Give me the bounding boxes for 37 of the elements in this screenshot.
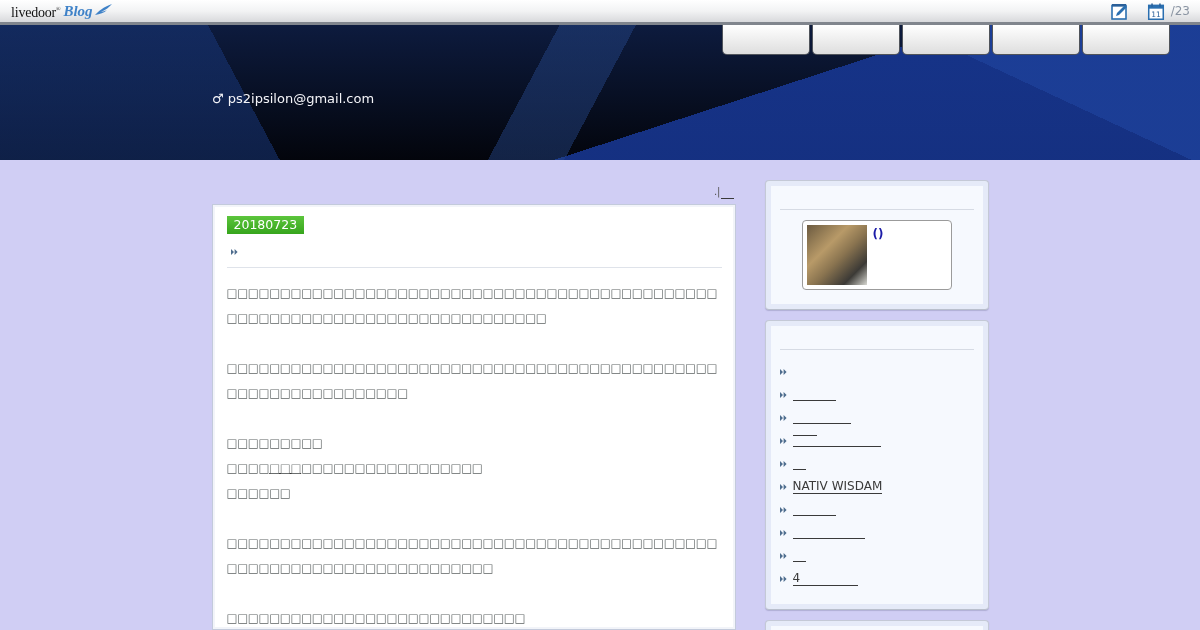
- paragraph-text: □□□□□□□□□: [226, 435, 324, 452]
- edit-icon[interactable]: [1110, 2, 1129, 20]
- author-email: ♂ ps2ipsilon@gmail.com: [212, 91, 375, 107]
- bullet-icon: [779, 506, 787, 513]
- nav-tab[interactable]: [722, 25, 810, 55]
- date-text: /23: [1170, 4, 1190, 18]
- logo-product[interactable]: Blog: [63, 3, 93, 19]
- bullet-icon: [779, 460, 787, 467]
- paragraph-text: □□□□□□□□□□□□□□□□□□□□□□□□□□□□□□□□□□□□□□□□□□□□□□□□□□□□□□□□□□□□□□□□□□□□□□□: [226, 535, 719, 577]
- blank-link[interactable]: [792, 434, 881, 447]
- calendar-icon[interactable]: 11: [1146, 2, 1165, 20]
- bullet-icon: [230, 249, 238, 255]
- profile-name[interactable]: (): [872, 225, 884, 285]
- sidebar-link[interactable]: NATIV WISDAM: [792, 479, 883, 494]
- feather-icon: [93, 3, 113, 16]
- separator-text: .|: [713, 186, 721, 198]
- paragraph-text: □□□□□□□□□□□□□□□□□□□□□□□□□□□□□□□□□□□□□□□□□□□□□□□□□□□□□□□□□□□□□□□□□□□□□□□□□□□□: [226, 285, 719, 327]
- photo-placeholder: [806, 225, 867, 285]
- bullet-icon: [779, 529, 787, 536]
- paragraph-text: □□□□□□□□□□□□□□□□□□□□□□□□□□□□: [226, 610, 527, 627]
- nav-tab[interactable]: [812, 25, 900, 55]
- nav-tab[interactable]: [992, 25, 1080, 55]
- bullet-icon: [779, 575, 787, 582]
- bullet-icon: [779, 552, 787, 559]
- bullet-icon: [779, 483, 787, 490]
- logo-wordmark[interactable]: livedoor$^{®}$: [11, 1, 61, 21]
- bullet-icon: [779, 437, 787, 444]
- sidebar-link[interactable]: 4: [792, 571, 858, 586]
- nav-tab[interactable]: [1082, 25, 1170, 55]
- bullet-icon: [779, 414, 787, 421]
- nav-tab[interactable]: [902, 25, 990, 55]
- paragraph-text: □□□□□□: [226, 485, 292, 502]
- paragraph-text: □□□□□□□□□□□□□□□□□□□□□□□□: [226, 460, 484, 477]
- paragraph-text: □□□□□□□□□□□□□□□□□□□□□□□□□□□□□□□□□□□□□□□□□□□□□□□□□□□□□□□□□□□□□□□: [226, 360, 719, 402]
- bullet-icon: [779, 391, 787, 398]
- bullet-icon: [779, 368, 787, 375]
- date-badge: 20180723: [226, 216, 305, 234]
